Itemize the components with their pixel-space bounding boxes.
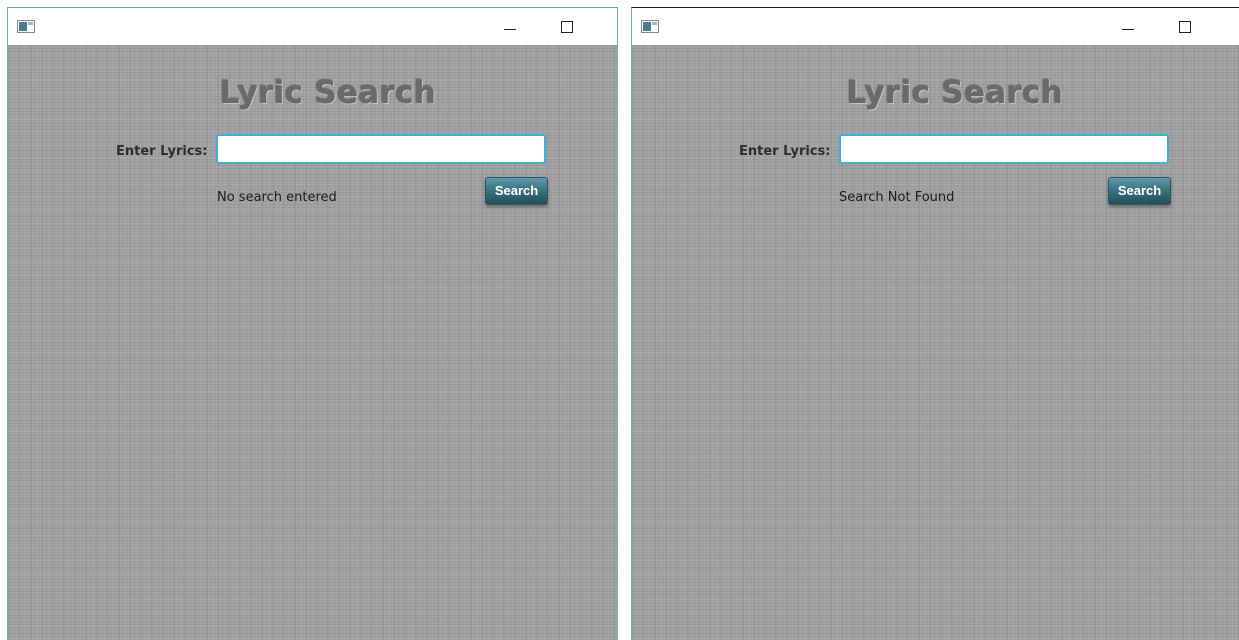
status-message: Search Not Found (839, 190, 955, 205)
lyrics-label: Enter Lyrics: (116, 144, 208, 159)
title-bar (632, 8, 1239, 45)
lyrics-input[interactable] (216, 134, 546, 164)
window-app-icon (641, 20, 659, 33)
window-app-icon (17, 20, 35, 33)
app-content: Lyric Search Enter Lyrics: Search Not Fo… (632, 45, 1239, 640)
maximize-button[interactable] (553, 13, 581, 41)
lyrics-label: Enter Lyrics: (739, 144, 831, 159)
lyric-search-window-left: Lyric Search Enter Lyrics: No search ent… (7, 7, 618, 640)
status-message: No search entered (217, 190, 337, 205)
page-title: Lyric Search (846, 75, 1064, 111)
minimize-button[interactable] (496, 13, 524, 41)
lyric-search-window-right: Lyric Search Enter Lyrics: Search Not Fo… (631, 7, 1239, 640)
minimize-button[interactable] (1114, 13, 1142, 41)
search-button[interactable]: Search (485, 177, 548, 205)
title-bar (8, 8, 617, 45)
page-title: Lyric Search (219, 75, 437, 111)
lyrics-input[interactable] (839, 134, 1169, 164)
app-content: Lyric Search Enter Lyrics: No search ent… (8, 45, 617, 640)
search-button[interactable]: Search (1108, 177, 1171, 205)
maximize-button[interactable] (1171, 13, 1199, 41)
